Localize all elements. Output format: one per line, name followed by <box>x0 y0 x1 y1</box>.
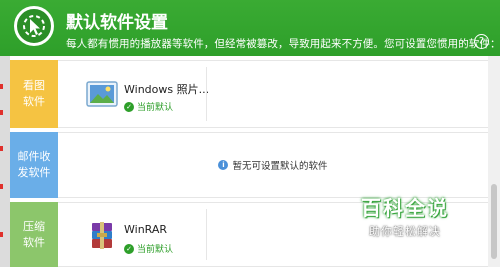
divider <box>206 209 207 260</box>
status-text: 当前默认 <box>137 245 174 255</box>
cursor-logo-icon <box>14 6 54 46</box>
photo-viewer-icon <box>86 79 118 109</box>
section-label-line: 软件 <box>23 95 45 108</box>
section-label: 邮件收 发软件 <box>10 132 58 198</box>
vertical-scrollbar[interactable] <box>488 56 500 267</box>
section-label-line: 看图 <box>23 79 45 92</box>
check-icon: ✓ <box>124 243 134 254</box>
edge-marker <box>0 146 3 151</box>
left-edge-strip <box>0 56 10 267</box>
winrar-icon <box>86 221 118 251</box>
app-name: Windows 照片... <box>124 83 210 96</box>
section-label-line: 邮件收 <box>17 150 51 163</box>
divider <box>206 67 207 121</box>
help-icon[interactable]: ? <box>474 34 489 49</box>
watermark-title: 百科全说 <box>361 196 449 220</box>
page-subtitle: 每人都有惯用的播放器等软件，但经常被篡改，导致用起来不方便。您可设置您惯用的软件… <box>66 38 500 50</box>
header-bar: 默认软件设置 每人都有惯用的播放器等软件，但经常被篡改，导致用起来不方便。您可设… <box>0 0 500 56</box>
info-icon: i <box>218 160 229 170</box>
edge-marker <box>0 84 3 89</box>
section-label: 压缩 软件 <box>10 202 58 267</box>
edge-marker <box>0 110 3 115</box>
section-label-line: 压缩 <box>23 219 45 233</box>
empty-message: i 暂无可设置默认的软件 <box>58 133 488 197</box>
default-status: ✓ 当前默认 <box>124 100 173 113</box>
scrollbar-thumb[interactable] <box>491 184 497 259</box>
empty-message-text: 暂无可设置默认的软件 <box>232 161 328 172</box>
section-body: i 暂无可设置默认的软件 <box>58 132 488 198</box>
section-body: Windows 照片... ✓ 当前默认 <box>58 60 488 128</box>
status-text: 当前默认 <box>137 103 174 113</box>
app-name: WinRAR <box>124 223 168 236</box>
page-title: 默认软件设置 <box>66 13 168 33</box>
edge-marker <box>0 184 3 189</box>
watermark-subtitle: 助你轻松解决 <box>369 225 441 238</box>
section-label: 看图 软件 <box>10 60 58 128</box>
section-email: 邮件收 发软件 i 暂无可设置默认的软件 <box>10 132 488 198</box>
section-image-viewer: 看图 软件 Windows 照片... ✓ 当前默认 <box>10 60 488 128</box>
default-status: ✓ 当前默认 <box>124 242 173 255</box>
watermark: 百科全说 助你轻松解决 <box>335 192 475 239</box>
section-label-line: 软件 <box>23 235 45 249</box>
check-icon: ✓ <box>124 101 134 112</box>
edge-marker <box>0 232 3 237</box>
section-label-line: 发软件 <box>17 166 51 179</box>
